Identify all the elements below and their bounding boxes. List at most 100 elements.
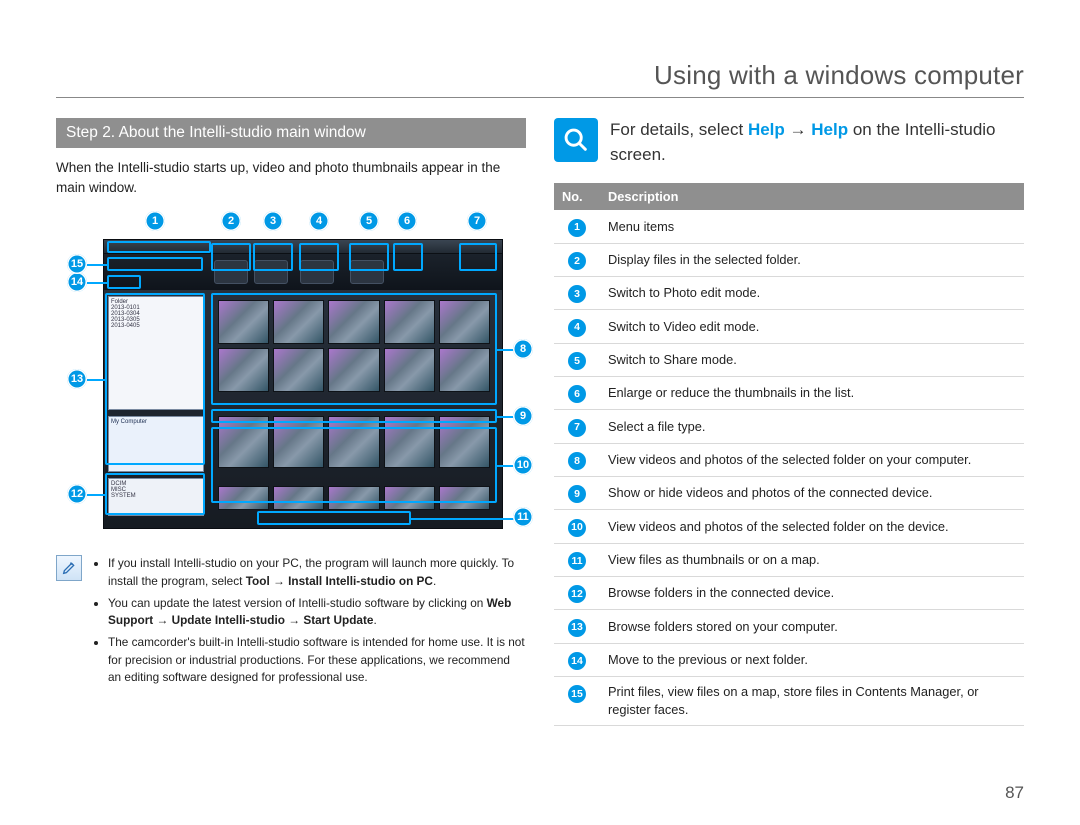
table-row: 12 Browse folders in the connected device… — [554, 577, 1024, 610]
callout-box-10 — [211, 427, 497, 503]
note-box: If you install Intelli-studio on your PC… — [56, 555, 526, 691]
leader-line — [87, 379, 105, 381]
callout-box-7 — [459, 243, 497, 271]
callout-num: 1 — [145, 211, 165, 231]
row-desc-cell: Enlarge or reduce the thumbnails in the … — [600, 377, 1024, 410]
page-title: Using with a windows computer — [56, 60, 1024, 91]
row-desc-cell: Menu items — [600, 210, 1024, 243]
row-desc-cell: Select a file type. — [600, 410, 1024, 443]
step-heading: Step 2. About the Intelli-studio main wi… — [56, 118, 526, 148]
row-desc-cell: Switch to Photo edit mode. — [600, 276, 1024, 309]
callout-box-13 — [105, 293, 205, 465]
note-item: The camcorder's built-in Intelli-studio … — [108, 634, 526, 687]
screenshot-diagram: Folder2013-01012013-03042013-03052013-04… — [61, 211, 521, 541]
row-badge: 3 — [568, 285, 586, 303]
callout-num: 8 — [513, 339, 533, 359]
table-row: 8View videos and photos of the selected … — [554, 443, 1024, 476]
callout-num: 11 — [513, 507, 533, 527]
callout-num: 13 — [67, 369, 87, 389]
row-desc-cell: View files as thumbnails or on a map. — [600, 543, 1024, 576]
callout-num: 12 — [67, 484, 87, 504]
row-desc-cell: Move to the previous or next folder. — [600, 643, 1024, 676]
table-row: 7 Select a file type. — [554, 410, 1024, 443]
row-desc-cell: Show or hide videos and photos of the co… — [600, 477, 1024, 510]
row-badge: 8 — [568, 452, 586, 470]
callout-box-15 — [107, 257, 203, 271]
callout-box-3 — [253, 243, 293, 271]
callout-box-8 — [211, 293, 497, 405]
row-desc-cell: View videos and photos of the selected f… — [600, 510, 1024, 543]
row-badge: 10 — [568, 519, 586, 537]
page-number: 87 — [1005, 783, 1024, 803]
row-num-cell: 10 — [554, 510, 600, 543]
right-column: For details, select Help → Help on the I… — [554, 118, 1024, 726]
table-row: 3 Switch to Photo edit mode. — [554, 276, 1024, 309]
row-num-cell: 1 — [554, 210, 600, 243]
row-num-cell: 15 — [554, 677, 600, 726]
table-row: 4 Switch to Video edit mode. — [554, 310, 1024, 343]
row-num-cell: 4 — [554, 310, 600, 343]
row-badge: 4 — [568, 319, 586, 337]
th-desc: Description — [600, 183, 1024, 210]
callout-box-9 — [211, 409, 497, 423]
callout-num: 15 — [67, 254, 87, 274]
magnify-icon — [554, 118, 598, 162]
leader-line — [87, 282, 107, 284]
row-badge: 2 — [568, 252, 586, 270]
callout-box-4 — [299, 243, 339, 271]
leader-line — [87, 494, 105, 496]
table-row: 6 Enlarge or reduce the thumbnails in the… — [554, 377, 1024, 410]
row-desc-cell: Print files, view files on a map, store … — [600, 677, 1024, 726]
row-num-cell: 8 — [554, 443, 600, 476]
callout-box-11 — [257, 511, 411, 525]
row-badge: 7 — [568, 419, 586, 437]
row-badge: 9 — [568, 485, 586, 503]
row-badge: 12 — [568, 585, 586, 603]
row-num-cell: 6 — [554, 377, 600, 410]
callout-num: 6 — [397, 211, 417, 231]
callout-num: 7 — [467, 211, 487, 231]
callout-box-1 — [107, 241, 211, 253]
note-icon — [56, 555, 82, 581]
row-num-cell: 3 — [554, 276, 600, 309]
help-text: For details, select Help → Help on the I… — [610, 118, 1024, 167]
table-row: 11 View files as thumbnails or on a map. — [554, 543, 1024, 576]
table-row: 2 Display files in the selected folder. — [554, 243, 1024, 276]
row-desc-cell: Browse folders in the connected device. — [600, 577, 1024, 610]
row-desc-cell: Display files in the selected folder. — [600, 243, 1024, 276]
table-row: 5Switch to Share mode. — [554, 343, 1024, 376]
leader-line — [87, 264, 107, 266]
table-row: 10 View videos and photos of the selected… — [554, 510, 1024, 543]
callout-box-5 — [349, 243, 389, 271]
table-row: 1Menu items — [554, 210, 1024, 243]
callout-num: 9 — [513, 406, 533, 426]
row-desc-cell: Browse folders stored on your computer. — [600, 610, 1024, 643]
callout-box-6 — [393, 243, 423, 271]
intro-text: When the Intelli-studio starts up, video… — [56, 158, 526, 197]
callout-num: 3 — [263, 211, 283, 231]
callout-num: 10 — [513, 455, 533, 475]
callout-num: 5 — [359, 211, 379, 231]
row-num-cell: 9 — [554, 477, 600, 510]
table-row: 9 Show or hide videos and photos of the c… — [554, 477, 1024, 510]
row-num-cell: 2 — [554, 243, 600, 276]
row-num-cell: 13 — [554, 610, 600, 643]
note-item: If you install Intelli-studio on your PC… — [108, 555, 526, 590]
callout-box-2 — [211, 243, 251, 271]
row-badge: 13 — [568, 619, 586, 637]
row-num-cell: 14 — [554, 643, 600, 676]
table-row: 13 Browse folders stored on your computer… — [554, 610, 1024, 643]
row-badge: 14 — [568, 652, 586, 670]
row-num-cell: 5 — [554, 343, 600, 376]
row-desc-cell: Switch to Video edit mode. — [600, 310, 1024, 343]
callout-box-12 — [105, 473, 205, 515]
th-no: No. — [554, 183, 600, 210]
note-item: You can update the latest version of Int… — [108, 595, 526, 630]
row-num-cell: 12 — [554, 577, 600, 610]
row-badge: 5 — [568, 352, 586, 370]
row-num-cell: 11 — [554, 543, 600, 576]
row-badge: 6 — [568, 385, 586, 403]
row-badge: 11 — [568, 552, 586, 570]
divider — [56, 97, 1024, 98]
description-table: No. Description 1Menu items 2 Display file… — [554, 183, 1024, 726]
